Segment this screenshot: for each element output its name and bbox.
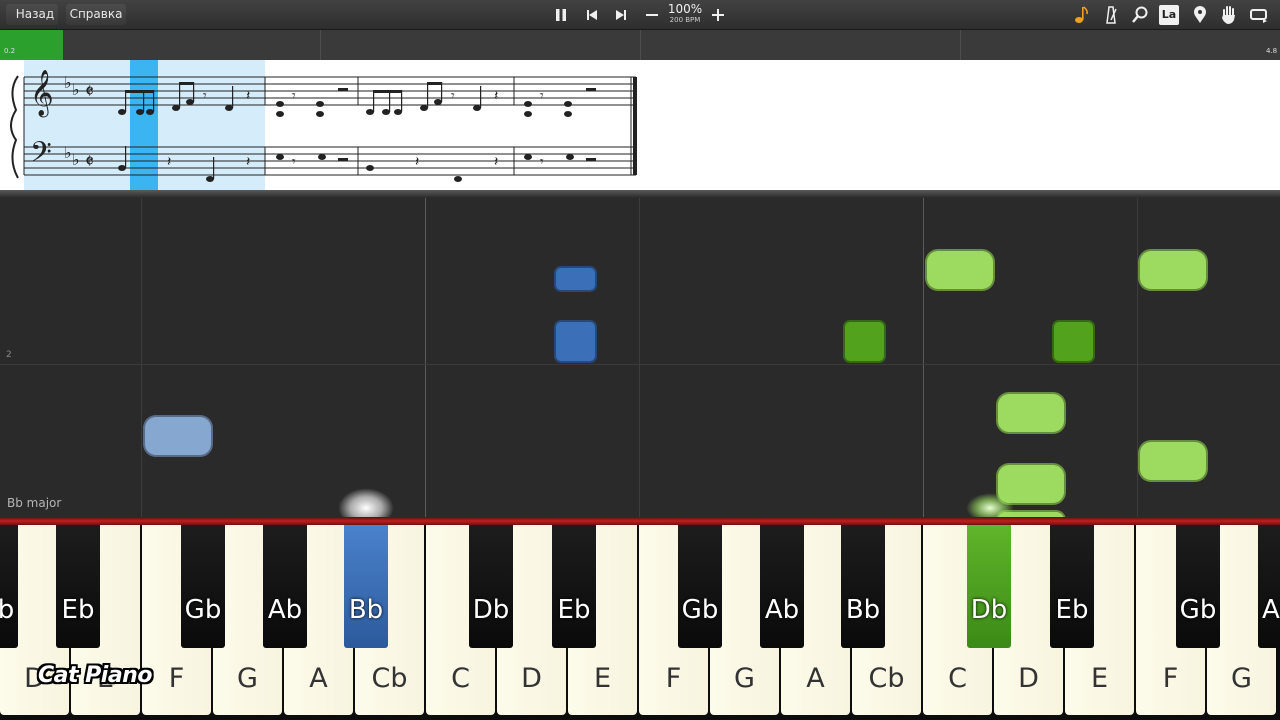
black-key[interactable]: Eb [1050,525,1094,648]
plus-icon[interactable] [707,4,729,26]
svg-text:𝄽: 𝄽 [167,154,171,170]
progress-tick [960,30,961,60]
piano-keyboard: D E F G A Cb C D E F G A Cb C D E F G Db… [0,525,1280,720]
black-key[interactable]: Eb [552,525,596,648]
svg-text:𝄾: 𝄾 [540,154,544,170]
svg-text:𝄾: 𝄾 [203,88,207,104]
black-key-active[interactable]: Bb [344,525,388,648]
falling-note [554,266,597,292]
black-key[interactable]: Db [0,525,18,648]
measure-line [923,198,924,518]
measure-line [425,198,426,518]
pause-icon[interactable] [550,4,572,26]
note-labels-icon[interactable]: La [1159,5,1179,25]
progress-start-label: 0.2 [4,47,16,55]
svg-text:𝄽: 𝄽 [415,154,419,170]
progress-tick [320,30,321,60]
skip-forward-icon[interactable] [610,4,632,26]
svg-text:𝄢: 𝄢 [30,136,52,176]
black-key[interactable]: Ab [263,525,307,648]
black-key-active[interactable]: Db [967,525,1011,648]
black-key[interactable]: Ab [760,525,804,648]
loop-icon[interactable] [1248,4,1270,26]
back-button[interactable]: Назад [6,4,58,25]
hand-icon[interactable] [1218,4,1240,26]
falling-note [1138,249,1208,291]
svg-text:𝄾: 𝄾 [451,88,455,104]
location-pin-icon[interactable] [1189,4,1211,26]
falling-note [1138,440,1208,482]
watermark-logo: Cat Piano [38,663,152,688]
svg-text:𝄾: 𝄾 [540,88,544,104]
falling-note [143,415,213,457]
svg-text:𝄵: 𝄵 [85,79,94,103]
svg-text:♭: ♭ [72,150,80,169]
progress-tick [640,30,641,60]
black-key[interactable]: Gb [181,525,225,648]
keyboard-top-felt [0,517,1280,525]
black-key[interactable]: Gb [678,525,722,648]
grid-line [0,364,1280,365]
progress-fill [0,30,63,60]
piano-roll: 2 Bb major [0,198,1280,530]
zoom-percent: 100% [667,2,703,16]
progress-bar[interactable]: 0.2 4.8 [0,30,1280,60]
beat-line [639,198,640,518]
svg-text:𝄵: 𝄵 [85,149,94,173]
svg-text:𝄾: 𝄾 [292,154,296,170]
svg-text:𝄽: 𝄽 [246,88,250,104]
svg-text:♭: ♭ [64,143,72,162]
black-key[interactable]: Bb [841,525,885,648]
tempo-display: 100% 200 BPM [664,3,706,25]
metronome-icon[interactable] [1100,4,1122,26]
svg-text:𝄽: 𝄽 [246,154,250,170]
measure-number: 2 [6,350,12,360]
svg-text:♭: ♭ [64,73,72,92]
progress-end-label: 4.8 [1266,47,1278,55]
help-button[interactable]: Справка [66,4,126,25]
note-color-icon[interactable] [1071,4,1093,26]
falling-note [843,320,886,363]
svg-text:𝄞: 𝄞 [30,70,54,118]
black-key[interactable]: Db [469,525,513,648]
falling-note [1052,320,1095,363]
svg-text:♭: ♭ [72,80,80,99]
black-key[interactable]: Eb [56,525,100,648]
black-key[interactable]: Gb [1176,525,1220,648]
score-staves: 𝄞 𝄢 ♭ ♭ ♭ ♭ 𝄵𝄵 𝄾 𝄽𝄽 𝄽 𝄾𝄾𝄾 𝄽 𝄽 𝄽𝄾𝄾 [10,70,637,182]
sheet-music[interactable]: 𝄞 𝄢 ♭ ♭ ♭ ♭ 𝄵 𝄵 𝄾 𝄽 𝄽 𝄽 𝄾 𝄾 𝄾 𝄽 𝄽 𝄽 𝄾 𝄾 [0,60,1280,193]
svg-text:𝄾: 𝄾 [292,88,296,104]
beat-line [141,198,142,518]
skip-back-icon[interactable] [581,4,603,26]
toolbar: Назад Справка 100% 200 BPM La [0,0,1280,30]
falling-note [925,249,995,291]
svg-text:𝄽: 𝄽 [494,154,498,170]
divider [0,190,1280,198]
magnifier-icon[interactable] [1129,4,1151,26]
falling-note [554,320,597,363]
minus-icon[interactable] [641,4,663,26]
tempo-bpm: 200 BPM [669,16,701,24]
black-key[interactable]: Ab [1258,525,1280,648]
falling-note [996,392,1066,434]
svg-text:𝄽: 𝄽 [494,88,498,104]
key-signature-label: Bb major [7,496,62,510]
